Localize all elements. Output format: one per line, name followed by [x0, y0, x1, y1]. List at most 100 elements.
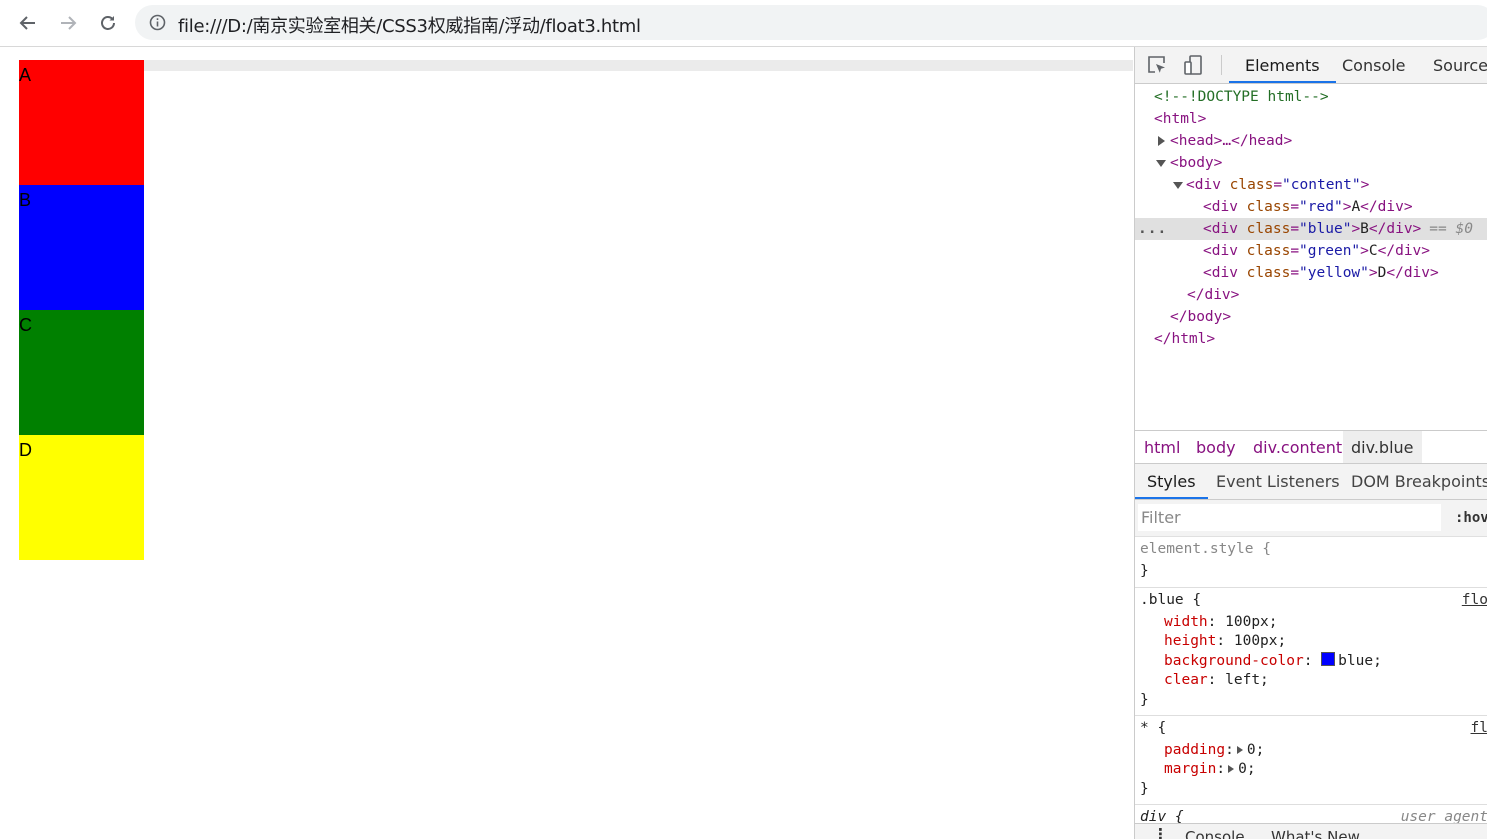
dom-node-div-yellow[interactable]: <div class="yellow">D</div> [1135, 262, 1487, 284]
collapse-triangle-icon[interactable] [1173, 181, 1183, 189]
styles-tabbar: Styles Event Listeners DOM Breakpoints [1135, 464, 1487, 500]
tag-end: > [1351, 221, 1361, 237]
dom-node-html-close[interactable]: </html> [1135, 328, 1487, 350]
tag-end: > [1360, 243, 1369, 259]
back-arrow-icon[interactable] [14, 9, 42, 37]
rule-close-brace: } [1140, 781, 1149, 797]
tab-event-listeners[interactable]: Event Listeners [1216, 464, 1340, 499]
dom-node-body-close[interactable]: </body> [1135, 306, 1487, 328]
head-tag: <head>…</head> [1170, 133, 1293, 149]
dom-node-body[interactable]: <body> [1135, 152, 1487, 174]
class-attribute: class [1246, 221, 1291, 237]
property-value: blue; [1338, 653, 1382, 669]
div-open-tag: <div [1203, 265, 1247, 281]
breadcrumb-html[interactable]: html [1142, 431, 1182, 463]
styles-filter-bar: :hov [1135, 500, 1487, 537]
equals-sign: = [1290, 243, 1300, 259]
background-color-declaration[interactable]: background-color: blue; [1164, 651, 1382, 671]
tab-console[interactable]: Console [1342, 47, 1406, 83]
class-value: "blue" [1299, 221, 1352, 237]
expand-triangle-icon[interactable] [1236, 746, 1243, 754]
drawer-menu-icon[interactable]: ⋮ [1153, 825, 1168, 839]
property-name: width [1164, 614, 1208, 630]
dom-node-div-red[interactable]: <div class="red">A</div> [1135, 196, 1487, 218]
drawer-tab-console[interactable]: Console [1185, 828, 1245, 839]
property-name: background-color [1164, 653, 1304, 669]
node-text: B [1360, 221, 1369, 237]
tab-styles[interactable]: Styles [1135, 464, 1208, 499]
styles-filter-input[interactable] [1138, 504, 1441, 531]
green-box: C [19, 310, 144, 435]
dom-node-div-content[interactable]: <div class="content"> [1135, 174, 1487, 196]
tab-dom-breakpoints[interactable]: DOM Breakpoints [1351, 464, 1487, 499]
device-toolbar-icon[interactable] [1182, 54, 1204, 76]
class-value: "yellow" [1299, 265, 1369, 281]
expand-triangle-icon[interactable] [1228, 765, 1235, 773]
forward-arrow-icon[interactable] [54, 9, 82, 37]
color-swatch-icon[interactable] [1321, 652, 1336, 666]
equals-sign: = [1273, 177, 1283, 193]
collapse-triangle-icon[interactable] [1156, 159, 1166, 167]
yellow-box-label: D [19, 440, 32, 460]
reload-icon[interactable] [94, 9, 122, 37]
dom-node-div-content-close[interactable]: </div> [1135, 284, 1487, 306]
dom-node-div-blue[interactable]: ... <div class="blue">B</div> == $0 [1135, 218, 1487, 240]
green-box-label: C [19, 315, 32, 335]
inspect-element-icon[interactable] [1146, 54, 1168, 76]
colon: : [1216, 761, 1226, 777]
tab-sources[interactable]: Sources [1433, 47, 1487, 83]
margin-declaration[interactable]: margin: 0; [1164, 759, 1256, 779]
node-text: C [1368, 243, 1378, 259]
drawer-tab-whats-new[interactable]: What's New [1271, 828, 1360, 839]
breadcrumb-div-content[interactable]: div.content [1251, 431, 1344, 463]
star-rule-source-link[interactable]: fl [1471, 718, 1487, 738]
info-icon[interactable] [149, 14, 166, 36]
dom-node-html[interactable]: <html> [1135, 108, 1487, 130]
breadcrumb-body[interactable]: body [1194, 431, 1238, 463]
class-value: "content" [1282, 177, 1361, 193]
hover-state-toggle[interactable]: :hov [1455, 510, 1487, 526]
div-close-tag: </div> [1386, 265, 1439, 281]
tag-end: > [1360, 177, 1370, 193]
content-container [19, 60, 1133, 71]
class-attribute: class [1246, 265, 1291, 281]
devtools-drawer: ⋮ Console What's New [1135, 823, 1487, 839]
div-open-tag: <div [1203, 243, 1247, 259]
tab-elements[interactable]: Elements [1229, 47, 1336, 83]
red-box-label: A [19, 65, 32, 85]
dom-node-div-green[interactable]: <div class="green">C</div> [1135, 240, 1487, 262]
more-options-icon[interactable]: ... [1138, 218, 1167, 240]
tabbar-divider [1221, 55, 1222, 75]
width-declaration[interactable]: width: 100px; [1164, 612, 1278, 632]
url-text[interactable]: file:///D:/南京实验室相关/CSS3权威指南/浮动/float3.ht… [178, 12, 641, 38]
rule-close-brace: } [1140, 692, 1149, 708]
yellow-box: D [19, 435, 144, 560]
blue-rule-source-link[interactable]: flo [1462, 590, 1487, 610]
star-rule-selector[interactable]: * { [1140, 718, 1166, 738]
element-style-selector[interactable]: element.style { [1140, 539, 1271, 559]
breadcrumb-div-blue[interactable]: div.blue [1343, 431, 1422, 463]
div-close-tag: </div> [1377, 243, 1431, 259]
property-value: 100px; [1225, 614, 1278, 630]
page-viewport: A B C D [0, 47, 1133, 839]
class-attribute: class [1246, 243, 1291, 259]
clear-declaration[interactable]: clear: left; [1164, 670, 1269, 690]
blue-rule-selector[interactable]: .blue { [1140, 590, 1201, 610]
browser-toolbar: file:///D:/南京实验室相关/CSS3权威指南/浮动/float3.ht… [0, 0, 1487, 47]
padding-declaration[interactable]: padding: 0; [1164, 740, 1264, 760]
expand-triangle-icon[interactable] [1158, 136, 1165, 146]
property-name: height [1164, 633, 1217, 649]
element-style-text: element.style { [1140, 541, 1271, 557]
height-declaration[interactable]: height: 100px; [1164, 631, 1286, 651]
colon: : [1225, 742, 1234, 758]
property-name: padding [1164, 742, 1226, 758]
dom-node-head[interactable]: <head>…</head> [1135, 130, 1487, 152]
colon: : [1216, 633, 1226, 649]
rule-divider [1135, 587, 1487, 588]
colon: : [1303, 653, 1313, 669]
dom-node-doctype[interactable]: <!--!DOCTYPE html--> [1135, 86, 1487, 108]
address-bar[interactable]: file:///D:/南京实验室相关/CSS3权威指南/浮动/float3.ht… [135, 5, 1487, 40]
html-open-tag: <html> [1154, 111, 1207, 127]
body-close-tag: </body> [1170, 309, 1232, 325]
selected-node-marker: == $0 [1429, 221, 1473, 237]
